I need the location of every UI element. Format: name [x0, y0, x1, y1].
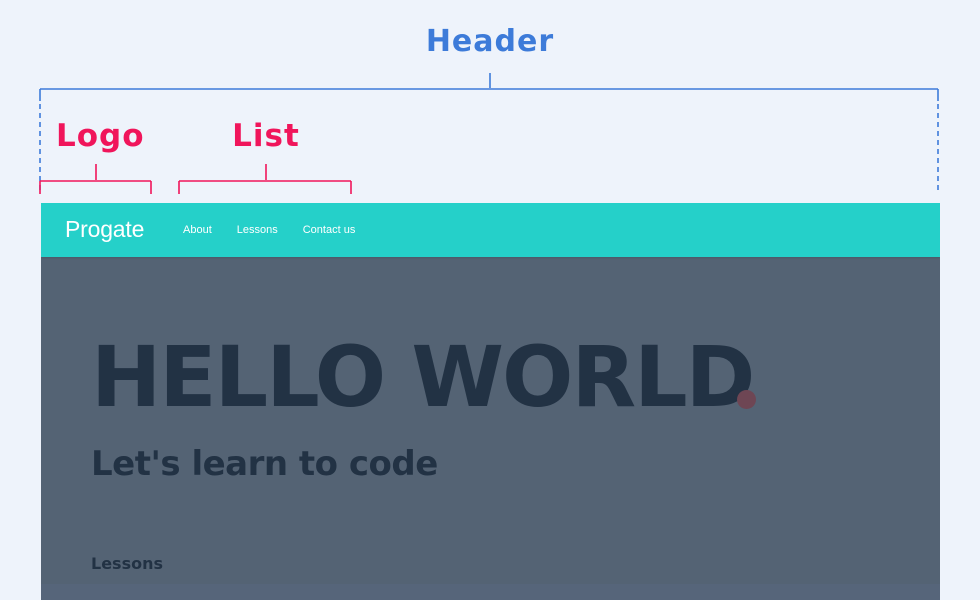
nav-item-about[interactable]: About [183, 223, 212, 237]
hero-title-dot [737, 390, 756, 409]
list-bracket [178, 164, 352, 194]
nav-list: About Lessons Contact us [183, 223, 355, 237]
site-logo[interactable]: Progate [65, 214, 144, 244]
hero-title: HELLO WORLD [91, 328, 755, 426]
header-bracket [39, 73, 939, 194]
logo-bracket [39, 164, 152, 194]
lessons-section-edge [41, 584, 940, 600]
lessons-heading: Lessons [91, 554, 163, 573]
site-header: Progate About Lessons Contact us [41, 203, 940, 257]
nav-item-contact-us[interactable]: Contact us [303, 223, 356, 237]
hero-subtitle: Let's learn to code [91, 444, 438, 484]
website-mockup: Progate About Lessons Contact us HELLO W… [41, 203, 940, 600]
nav-item-lessons[interactable]: Lessons [237, 223, 278, 237]
